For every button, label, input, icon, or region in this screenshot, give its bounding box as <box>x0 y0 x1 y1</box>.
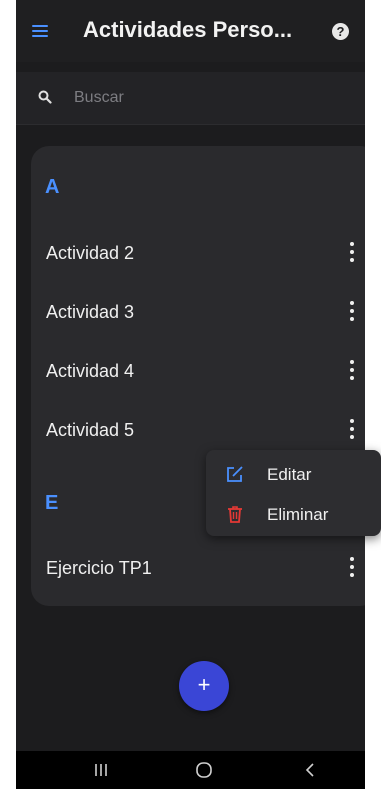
menu-icon[interactable] <box>32 25 48 37</box>
more-vert-icon[interactable] <box>345 557 359 581</box>
list-item[interactable]: Actividad 2 <box>31 225 365 283</box>
section-header-e: E <box>45 492 59 514</box>
home-icon[interactable] <box>194 761 214 779</box>
delete-label: Eliminar <box>267 505 329 524</box>
back-icon[interactable] <box>300 761 320 779</box>
edit-label: Editar <box>267 465 312 484</box>
search-bar <box>16 72 365 125</box>
help-icon[interactable]: ? <box>332 23 349 40</box>
activities-list: A Actividad 2 Actividad 3 Actividad 4 Ac… <box>31 146 365 606</box>
list-item-label: Actividad 2 <box>46 243 135 263</box>
recents-icon[interactable] <box>91 761 111 779</box>
list-item-label: Actividad 3 <box>46 302 135 322</box>
list-item-label: Actividad 5 <box>46 420 135 440</box>
more-vert-icon[interactable] <box>345 242 359 266</box>
list-item-label: Actividad 4 <box>46 361 135 381</box>
list-item-label: Ejercicio TP1 <box>46 558 152 578</box>
trash-icon <box>228 506 242 523</box>
system-nav-bar <box>16 751 365 789</box>
search-icon <box>38 90 52 104</box>
delete-menu-item[interactable]: Eliminar <box>206 494 381 534</box>
app-bar: Actividades Perso... ? <box>16 0 365 62</box>
more-vert-icon[interactable] <box>345 301 359 325</box>
search-input[interactable] <box>72 88 336 108</box>
list-item[interactable]: Ejercicio TP1 <box>31 540 365 598</box>
phone-screen: Actividades Perso... ? A Actividad 2 Act… <box>16 0 365 789</box>
list-item[interactable]: Actividad 3 <box>31 284 365 342</box>
edit-menu-item[interactable]: Editar <box>206 454 381 494</box>
edit-icon <box>227 466 243 482</box>
list-item[interactable]: Actividad 4 <box>31 343 365 401</box>
section-header-a: A <box>45 176 60 198</box>
context-menu: Editar Eliminar <box>206 450 381 536</box>
add-activity-button[interactable]: + <box>179 661 229 711</box>
more-vert-icon[interactable] <box>345 360 359 384</box>
page-title: Actividades Perso... <box>83 17 293 42</box>
more-vert-icon[interactable] <box>345 419 359 443</box>
